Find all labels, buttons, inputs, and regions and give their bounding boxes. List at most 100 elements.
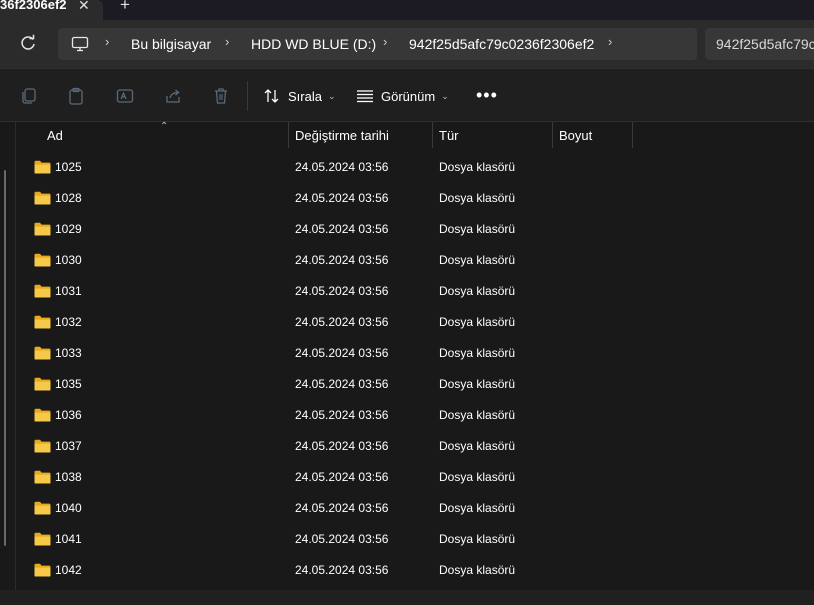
- breadcrumb-this-pc[interactable]: Bu bilgisayar: [131, 36, 211, 52]
- chevron-down-icon: ⌄: [327, 90, 336, 101]
- table-row[interactable]: 1040 24.05.2024 03:56 Dosya klasörü: [16, 493, 814, 524]
- folder-icon: [34, 470, 51, 484]
- breadcrumb-folder[interactable]: 942f25d5afc79c0236f2306ef2: [409, 36, 594, 52]
- scrollbar[interactable]: [4, 170, 6, 546]
- file-name[interactable]: 1030: [55, 253, 82, 267]
- table-row[interactable]: 1037 24.05.2024 03:56 Dosya klasörü: [16, 431, 814, 462]
- refresh-icon[interactable]: [18, 33, 38, 53]
- file-type: Dosya klasörü: [439, 191, 516, 205]
- column-header-type[interactable]: Tür: [439, 128, 459, 143]
- tab-active[interactable]: 36f2306ef2 ✕: [0, 0, 103, 20]
- address-bar[interactable]: › Bu bilgisayar › HDD WD BLUE (D:) › 942…: [58, 28, 697, 60]
- table-row[interactable]: 1031 24.05.2024 03:56 Dosya klasörü: [16, 276, 814, 307]
- more-options-button[interactable]: •••: [476, 85, 498, 106]
- file-modified: 24.05.2024 03:56: [295, 191, 389, 205]
- file-type: Dosya klasörü: [439, 346, 516, 360]
- breadcrumb-drive[interactable]: HDD WD BLUE (D:): [251, 36, 376, 52]
- file-name[interactable]: 1032: [55, 315, 82, 329]
- share-icon[interactable]: [163, 86, 183, 106]
- delete-icon[interactable]: [211, 86, 231, 106]
- file-name[interactable]: 1035: [55, 377, 82, 391]
- table-row[interactable]: 1025 24.05.2024 03:56 Dosya klasörü: [16, 152, 814, 183]
- table-row[interactable]: 1036 24.05.2024 03:56 Dosya klasörü: [16, 400, 814, 431]
- file-name[interactable]: 1037: [55, 439, 82, 453]
- table-row[interactable]: 1030 24.05.2024 03:56 Dosya klasörü: [16, 245, 814, 276]
- file-modified: 24.05.2024 03:56: [295, 222, 389, 236]
- column-divider[interactable]: [288, 122, 289, 148]
- file-type: Dosya klasörü: [439, 532, 516, 546]
- table-row[interactable]: 1038 24.05.2024 03:56 Dosya klasörü: [16, 462, 814, 493]
- sort-label: Sırala: [288, 88, 322, 104]
- table-row[interactable]: 1029 24.05.2024 03:56 Dosya klasörü: [16, 214, 814, 245]
- file-modified: 24.05.2024 03:56: [295, 532, 389, 546]
- command-bar: Sırala ⌄ Görünüm ⌄ •••: [0, 68, 814, 122]
- search-text: 942f25d5afc79c0: [716, 36, 814, 52]
- paste-icon[interactable]: [66, 86, 86, 106]
- sort-button[interactable]: Sırala ⌄: [263, 85, 336, 107]
- table-row[interactable]: 1035 24.05.2024 03:56 Dosya klasörü: [16, 369, 814, 400]
- column-header-size[interactable]: Boyut: [559, 128, 592, 143]
- file-name[interactable]: 1029: [55, 222, 82, 236]
- tab-bar: 36f2306ef2 ✕ +: [0, 0, 814, 20]
- close-icon[interactable]: ✕: [78, 0, 90, 14]
- view-button[interactable]: Görünüm ⌄: [356, 85, 449, 107]
- file-type: Dosya klasörü: [439, 408, 516, 422]
- file-name[interactable]: 1042: [55, 563, 82, 577]
- file-name[interactable]: 1028: [55, 191, 82, 205]
- folder-icon: [34, 408, 51, 422]
- tab-title: 36f2306ef2: [0, 0, 67, 12]
- table-row[interactable]: 1041 24.05.2024 03:56 Dosya klasörü: [16, 524, 814, 555]
- column-divider[interactable]: [632, 122, 633, 148]
- folder-icon: [34, 346, 51, 360]
- search-input[interactable]: 942f25d5afc79c0: [705, 28, 814, 60]
- file-modified: 24.05.2024 03:56: [295, 439, 389, 453]
- file-name[interactable]: 1025: [55, 160, 82, 174]
- file-modified: 24.05.2024 03:56: [295, 470, 389, 484]
- file-type: Dosya klasörü: [439, 563, 516, 577]
- file-name[interactable]: 1036: [55, 408, 82, 422]
- file-type: Dosya klasörü: [439, 470, 516, 484]
- file-name[interactable]: 1038: [55, 470, 82, 484]
- file-modified: 24.05.2024 03:56: [295, 377, 389, 391]
- file-modified: 24.05.2024 03:56: [295, 160, 389, 174]
- folder-icon: [34, 284, 51, 298]
- column-header-name[interactable]: Ad: [47, 128, 63, 143]
- file-type: Dosya klasörü: [439, 160, 516, 174]
- folder-icon: [34, 532, 51, 546]
- file-modified: 24.05.2024 03:56: [295, 315, 389, 329]
- file-type: Dosya klasörü: [439, 222, 516, 236]
- table-row[interactable]: 1042 24.05.2024 03:56 Dosya klasörü: [16, 555, 814, 586]
- copy-icon[interactable]: [19, 86, 39, 106]
- file-type: Dosya klasörü: [439, 501, 516, 515]
- computer-icon[interactable]: [71, 36, 89, 52]
- chevron-right-icon[interactable]: ›: [105, 34, 109, 49]
- column-header-modified[interactable]: Değiştirme tarihi: [295, 128, 389, 143]
- file-type: Dosya klasörü: [439, 439, 516, 453]
- file-modified: 24.05.2024 03:56: [295, 284, 389, 298]
- toolbar-divider: [247, 81, 248, 111]
- folder-icon: [34, 191, 51, 205]
- file-type: Dosya klasörü: [439, 284, 516, 298]
- table-row[interactable]: 1033 24.05.2024 03:56 Dosya klasörü: [16, 338, 814, 369]
- file-type: Dosya klasörü: [439, 253, 516, 267]
- folder-icon: [34, 160, 51, 174]
- table-row[interactable]: 1032 24.05.2024 03:56 Dosya klasörü: [16, 307, 814, 338]
- file-name[interactable]: 1041: [55, 532, 82, 546]
- rename-icon[interactable]: [115, 86, 135, 106]
- chevron-right-icon[interactable]: ›: [608, 34, 612, 49]
- chevron-right-icon[interactable]: ›: [383, 34, 387, 49]
- folder-icon: [34, 315, 51, 329]
- file-name[interactable]: 1031: [55, 284, 82, 298]
- file-name[interactable]: 1033: [55, 346, 82, 360]
- folder-icon: [34, 253, 51, 267]
- table-row[interactable]: 1028 24.05.2024 03:56 Dosya klasörü: [16, 183, 814, 214]
- folder-icon: [34, 563, 51, 577]
- chevron-right-icon[interactable]: ›: [225, 34, 229, 49]
- folder-icon: [34, 222, 51, 236]
- column-divider[interactable]: [432, 122, 433, 148]
- file-name[interactable]: 1040: [55, 501, 82, 515]
- folder-icon: [34, 439, 51, 453]
- new-tab-button[interactable]: +: [120, 0, 130, 15]
- file-modified: 24.05.2024 03:56: [295, 253, 389, 267]
- column-divider[interactable]: [552, 122, 553, 148]
